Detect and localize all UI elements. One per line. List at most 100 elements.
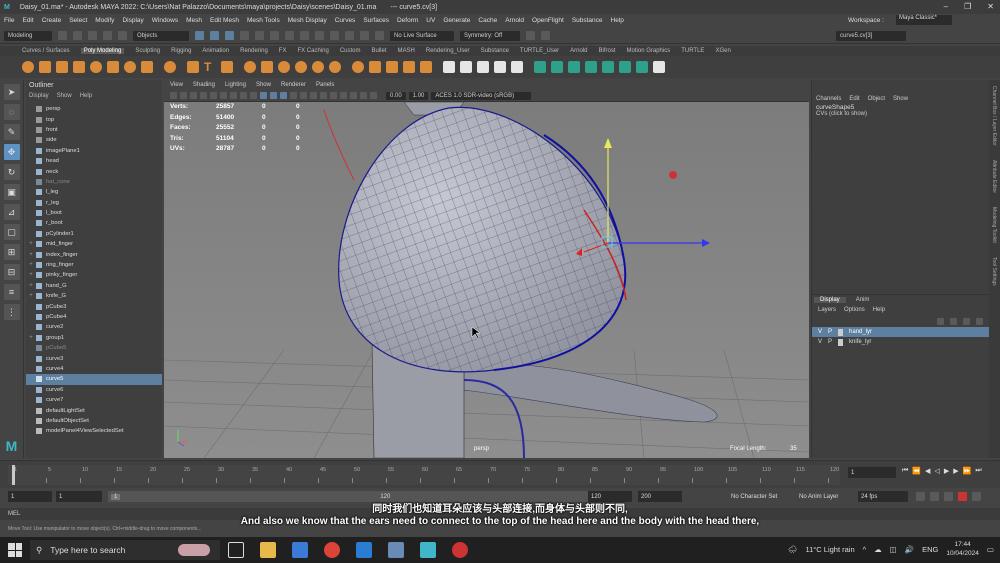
shelf-icon-sphere[interactable] <box>22 61 34 73</box>
outliner-item-pcube4[interactable]: pCube4 <box>26 312 162 322</box>
expand-toggle[interactable]: + <box>26 252 36 258</box>
viewport-menu-lighting[interactable]: Lighting <box>225 82 246 88</box>
grid-toggle-icon[interactable] <box>200 92 207 99</box>
menu-uv[interactable]: UV <box>426 17 435 24</box>
recorder-icon[interactable] <box>452 542 468 558</box>
shelf-tab-sculpting[interactable]: Sculpting <box>135 48 160 54</box>
gamma-field[interactable]: 1.00 <box>408 91 429 100</box>
step-forward-frame-icon[interactable]: ▶ <box>953 467 958 475</box>
store-icon[interactable] <box>292 542 308 558</box>
outliner-item-index-finger[interactable]: + index_finger <box>26 249 162 259</box>
outliner-item-top[interactable]: top <box>26 114 162 124</box>
shelf-icon-torus[interactable] <box>90 61 102 73</box>
shelf-tab-substance[interactable]: Substance <box>481 48 509 54</box>
shelf-tab-curves-surfaces[interactable]: Curves / Surfaces <box>22 48 70 54</box>
render-settings-icon[interactable] <box>360 31 369 40</box>
weather-text[interactable]: 11°C Light rain <box>805 545 854 554</box>
shelf-icon-slide[interactable] <box>511 61 523 73</box>
move-tool-icon[interactable]: ✥ <box>3 144 20 160</box>
maya-taskbar-icon[interactable] <box>420 542 436 558</box>
shelf-tab-xgen[interactable]: XGen <box>715 48 730 54</box>
outliner-item-pinky-finger[interactable]: + pinky_finger <box>26 270 162 280</box>
close-button[interactable]: ✕ <box>987 2 994 11</box>
menu-cache[interactable]: Cache <box>478 17 497 24</box>
viewport-menu-renderer[interactable]: Renderer <box>281 82 306 88</box>
shelf-icon-bevel[interactable] <box>403 61 415 73</box>
menu-openflight[interactable]: OpenFlight <box>532 17 564 24</box>
outliner-item-curve7[interactable]: curve7 <box>26 395 162 405</box>
layer-move-down-icon[interactable] <box>950 317 957 325</box>
xray-icon[interactable] <box>360 92 367 99</box>
layer-row[interactable]: V Pknife_lyr <box>812 337 989 347</box>
outliner-item-curve3[interactable]: curve3 <box>26 353 162 363</box>
ipr-render-icon[interactable] <box>345 31 354 40</box>
outliner-item-pcube5[interactable]: pCube5 <box>26 343 162 353</box>
snap-view-icon[interactable] <box>285 31 294 40</box>
menu-create[interactable]: Create <box>42 17 62 24</box>
snap-together-icon[interactable] <box>541 31 550 40</box>
textured-icon[interactable] <box>290 92 297 99</box>
shelf-tab-fx-caching[interactable]: FX Caching <box>297 48 328 54</box>
hypershade-icon[interactable] <box>375 31 384 40</box>
shelf-tab-bifrost[interactable]: Bifrost <box>599 48 616 54</box>
file-explorer-icon[interactable] <box>260 542 276 558</box>
expand-toggle[interactable]: + <box>26 293 36 299</box>
image-plane-icon[interactable] <box>190 92 197 99</box>
expand-toggle[interactable]: + <box>26 241 36 247</box>
layer-color-swatch[interactable] <box>838 338 844 346</box>
render-icon[interactable] <box>330 31 339 40</box>
outliner-item-front[interactable]: front <box>26 125 162 135</box>
shelf-tab-turtle-user[interactable]: TURTLE_User <box>520 48 559 54</box>
office-icon[interactable] <box>388 542 404 558</box>
gate-mask-icon[interactable] <box>230 92 237 99</box>
outliner-item-curve5[interactable]: curve5 <box>26 374 162 385</box>
expand-toggle[interactable]: + <box>26 272 36 278</box>
shelf-icon-uv-spherical[interactable] <box>602 61 614 73</box>
menu-display[interactable]: Display <box>122 17 143 24</box>
layer-row[interactable]: V Phand_lyr <box>812 327 989 337</box>
shelf-icon-uv-cylindrical[interactable] <box>585 61 597 73</box>
menu-windows[interactable]: Windows <box>152 17 178 24</box>
layer-menu-layers[interactable]: Layers <box>818 307 836 313</box>
range-handle[interactable]: 1 <box>111 493 121 500</box>
shelf-icon-super-shape[interactable] <box>164 61 176 73</box>
shelf-icon-uv-planar[interactable] <box>551 61 563 73</box>
shelf-icon-boolean-diff[interactable] <box>312 61 324 73</box>
camera-icon[interactable] <box>526 31 535 40</box>
menu-surfaces[interactable]: Surfaces <box>363 17 389 24</box>
outliner-item-modelpanel4viewselectedset[interactable]: modelPanel4ViewSelectedSet <box>26 426 162 436</box>
shelf-icon-mirror[interactable] <box>352 61 364 73</box>
visibility-toggle[interactable]: V <box>818 339 822 345</box>
select-tool-icon[interactable]: ➤ <box>3 84 20 100</box>
menu-mesh-display[interactable]: Mesh Display <box>288 17 327 24</box>
safe-action-icon[interactable] <box>250 92 257 99</box>
redo-icon[interactable] <box>118 31 127 40</box>
shelf-icon-uv-sew[interactable] <box>653 61 665 73</box>
shelf-tab-motion-graphics[interactable]: Motion Graphics <box>627 48 671 54</box>
shelf-icon-cone[interactable] <box>73 61 85 73</box>
ambient-occlusion-icon[interactable] <box>320 92 327 99</box>
outliner-item-hat-cone[interactable]: hat_cone <box>26 177 162 187</box>
single-view-icon[interactable]: ▢ <box>3 224 20 240</box>
history-icon[interactable] <box>315 31 324 40</box>
shelf-icon-uv-cut[interactable] <box>636 61 648 73</box>
shelf-icon-plane[interactable] <box>107 61 119 73</box>
custom-layout-icon[interactable]: ⋮ <box>3 304 20 320</box>
shelf-icon-boolean-int[interactable] <box>329 61 341 73</box>
lasso-tool-icon[interactable]: ◌ <box>3 104 20 120</box>
outliner-item-curve6[interactable]: curve6 <box>26 385 162 395</box>
shelf-icon-combine[interactable] <box>244 61 256 73</box>
outliner-menu-display[interactable]: Display <box>29 93 49 99</box>
select-object-icon[interactable] <box>210 31 219 40</box>
live-surface-field[interactable]: No Live Surface <box>390 30 454 41</box>
outliner-item-hand-g[interactable]: + hand_G <box>26 281 162 291</box>
shelf-icon-quad-draw[interactable] <box>477 61 489 73</box>
anti-aliasing-icon[interactable] <box>340 92 347 99</box>
playback-toggle[interactable]: P <box>828 329 832 335</box>
snap-grid-icon[interactable] <box>240 31 249 40</box>
select-mode-dropdown[interactable]: Objects <box>133 30 189 41</box>
outliner-menu-show[interactable]: Show <box>57 93 72 99</box>
outliner-item-knife-g[interactable]: + knife_G <box>26 291 162 301</box>
task-view-icon[interactable] <box>228 542 244 558</box>
menu-substance[interactable]: Substance <box>572 17 603 24</box>
